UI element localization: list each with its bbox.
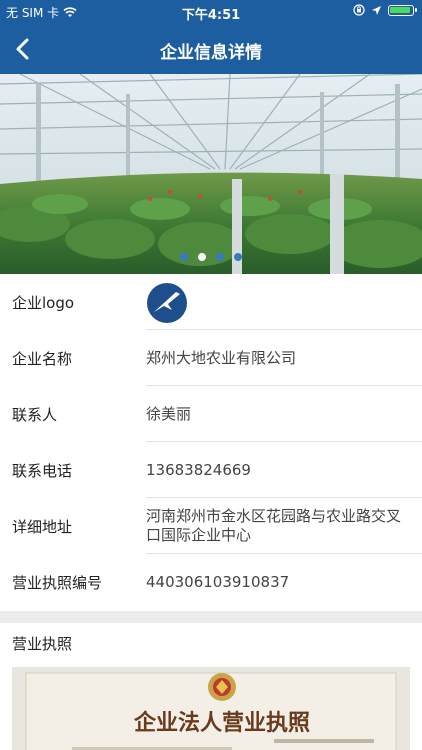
phone-value[interactable]: 13683824669 (146, 461, 410, 480)
battery-icon (388, 4, 417, 16)
row-license-number: 营业执照编号 440306103910837 (0, 554, 422, 610)
nav-bar: 企业信息详情 (0, 24, 422, 74)
business-license-image[interactable]: 企业法人营业执照 (12, 667, 410, 750)
row-phone[interactable]: 联系电话 13683824669 (0, 442, 422, 498)
carousel-dot[interactable] (180, 253, 188, 261)
license-section-title: 营业执照 (12, 635, 73, 653)
row-contact: 联系人 徐美丽 (0, 386, 422, 442)
logo-label: 企业logo (12, 293, 75, 312)
phone-label: 联系电话 (12, 461, 73, 480)
license-number-label: 营业执照编号 (12, 573, 103, 592)
license-number-value: 440306103910837 (146, 572, 290, 591)
license-cert-title: 企业法人营业执照 (133, 710, 310, 736)
company-info-list: 企业logo 企业名称 郑州大地农业有限公司 联系人 徐美丽 联系电话 1368… (0, 274, 422, 610)
company-name-label: 企业名称 (12, 349, 73, 368)
carousel-indicators (0, 253, 422, 263)
contact-label: 联系人 (12, 405, 58, 424)
address-label: 详细地址 (12, 517, 73, 536)
status-bar: 无 SIM 卡 下午4:51 (0, 0, 422, 24)
greenhouse-photo (0, 74, 422, 274)
contact-value: 徐美丽 (146, 404, 192, 423)
license-photo: 企业法人营业执照 (12, 667, 410, 750)
company-name-value: 郑州大地农业有限公司 (146, 348, 297, 367)
row-address: 详细地址 河南郑州市金水区花园路与农业路交叉口国际企业中心 (0, 498, 422, 554)
company-logo (147, 283, 187, 323)
page-title: 企业信息详情 (160, 43, 262, 63)
banner-carousel[interactable] (0, 74, 422, 274)
location-icon (372, 5, 381, 15)
status-right (353, 4, 417, 16)
orientation-lock-icon (353, 4, 365, 16)
carousel-dot-active[interactable] (198, 253, 206, 261)
address-value: 河南郑州市金水区花园路与农业路交叉口国际企业中心 (146, 507, 402, 544)
row-logo: 企业logo (0, 274, 422, 330)
section-divider (0, 611, 422, 623)
carousel-dot[interactable] (234, 253, 242, 261)
carousel-dot[interactable] (216, 253, 224, 261)
row-company-name: 企业名称 郑州大地农业有限公司 (0, 330, 422, 386)
